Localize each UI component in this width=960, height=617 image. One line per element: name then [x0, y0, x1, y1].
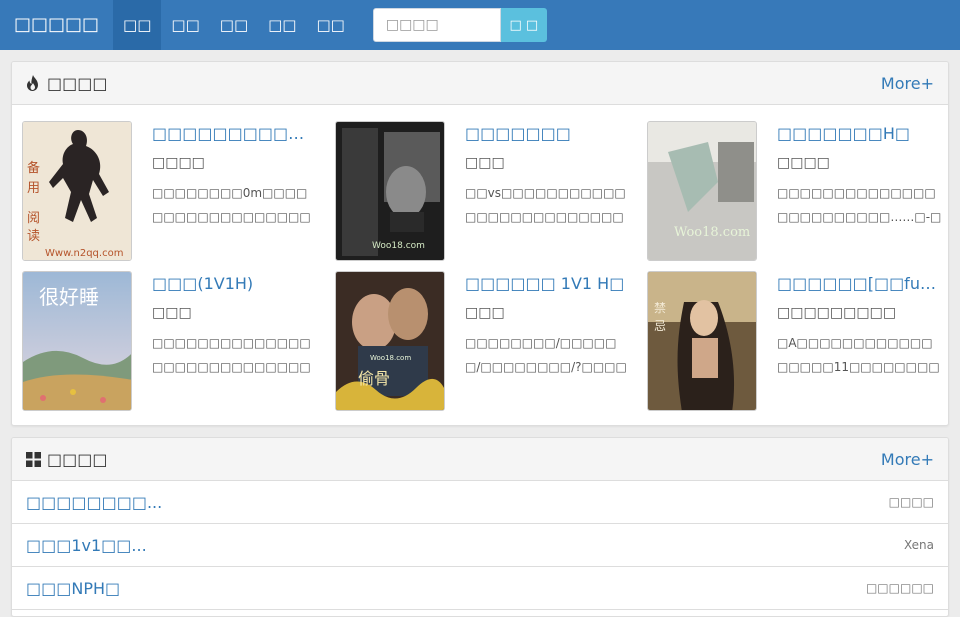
list-item-title[interactable]: □□□□□□□□...: [26, 493, 162, 512]
category-more-link[interactable]: More+: [881, 450, 934, 469]
svg-text:备: 备: [27, 160, 40, 176]
cover-title-text: 很好睡: [39, 285, 99, 309]
list-item-author: Xena: [903, 538, 934, 552]
list-item[interactable]: □□□□□□□□... □□□□: [12, 481, 948, 524]
nav-item-4[interactable]: □□: [258, 0, 306, 50]
nav-item-3[interactable]: □□: [210, 0, 258, 50]
hot-books-panel: □□□□ More+ 备 用 阅 读 Www.n2qq.com □□□□□□□□…: [11, 61, 949, 426]
book-title[interactable]: □□□□□□[□□futa□AB...: [777, 274, 942, 293]
book-cover[interactable]: 偷骨 Woo18.com: [335, 271, 445, 411]
panel-title: □□□□: [26, 450, 107, 469]
book-title[interactable]: □□□□□□□H□: [777, 124, 942, 143]
search-input[interactable]: [372, 8, 501, 42]
list-item-author: □□□□: [888, 495, 934, 509]
svg-text:偷骨: 偷骨: [358, 369, 390, 388]
nav-item-2[interactable]: □□: [161, 0, 209, 50]
cover-watermark: Woo18.com: [372, 241, 425, 251]
book-description: □□□□□□□□/□□□□□□/□□□□□□□□/?□□□□□□/11□□□□□…: [465, 336, 627, 374]
book-card[interactable]: Woo18.com □□□□□□□H□ □□□□ □□□□□□□□□□□□□□□…: [647, 121, 947, 261]
book-card[interactable]: Woo18.com □□□□□□□ □□□ □□vs□□□□□□□□□□□□□□…: [335, 121, 635, 261]
svg-text:用: 用: [27, 181, 40, 196]
book-author: □□□: [465, 155, 505, 171]
book-cover[interactable]: 禁 忌: [647, 271, 757, 411]
top-navbar: □□□□□ □□ □□ □□ □□ □□ □ □: [0, 0, 960, 50]
search-button[interactable]: □ □: [500, 8, 547, 42]
fire-icon: [27, 75, 38, 91]
category-panel: □□□□ More+ □□□□□□□□... □□□□ □□□1v1□□... …: [11, 437, 949, 617]
hot-books-title: □□□□: [47, 73, 108, 93]
grid-icon: [26, 451, 41, 467]
book-card[interactable]: 很好睡 □□□(1V1H) □□□ □□□□□□□□□□□□□□□□□□□□□□…: [22, 271, 322, 411]
svg-text:读: 读: [27, 229, 40, 244]
book-author: □□□□□□□□□: [777, 305, 897, 321]
book-title[interactable]: □□□□□□□: [465, 124, 630, 143]
svg-text:忌: 忌: [654, 319, 666, 333]
list-item-title[interactable]: □□□NPH□: [26, 579, 120, 598]
book-title[interactable]: □□□(1V1H): [152, 274, 317, 293]
cover-watermark: Www.n2qq.com: [45, 248, 123, 259]
panel-title: □□□□: [26, 74, 107, 93]
book-description: □□□□□□□□□□□□□□□□□□□□□□□□□□□□□□□□□□□□□□□□: [152, 336, 311, 374]
book-author: □□□□: [152, 155, 205, 171]
book-cover[interactable]: 备 用 阅 读 Www.n2qq.com: [22, 121, 132, 261]
hot-more-link[interactable]: More+: [881, 74, 934, 93]
book-author: □□□□: [777, 155, 830, 171]
list-item[interactable]: □□□1v1□□... Xena: [12, 524, 948, 567]
book-card[interactable]: 备 用 阅 读 Www.n2qq.com □□□□□□□□□□np□ □... …: [22, 121, 322, 261]
book-card[interactable]: 偷骨 Woo18.com □□□□□□ 1V1 H□ □□□ □□□□□□□□/…: [335, 271, 635, 411]
book-author: □□□: [152, 305, 192, 321]
search-form: □ □: [372, 8, 547, 42]
svg-text:禁: 禁: [654, 301, 666, 315]
panel-header: □□□□ More+: [12, 438, 948, 481]
list-item-title[interactable]: □□□1v1□□...: [26, 536, 147, 555]
book-description: □□□□□□□□0m□□□□□□□□□□□□□□□□□□□□□□□□□n□□□□…: [152, 186, 311, 224]
book-author: □□□: [465, 305, 505, 321]
panel-header: □□□□ More+: [12, 62, 948, 105]
list-item-author: □□□□□□: [865, 581, 934, 595]
book-description: □A□□□□□□□□□□□□□□□□□11□□□□□□□□□□□□□□□□□□□…: [777, 336, 940, 374]
nav-item-home[interactable]: □□: [113, 0, 162, 50]
category-title: □□□□: [47, 449, 108, 469]
book-cover[interactable]: Woo18.com: [647, 121, 757, 261]
book-cover[interactable]: 很好睡: [22, 271, 132, 411]
list-item[interactable]: □□□NPH□ □□□□□□: [12, 567, 948, 610]
book-cover[interactable]: Woo18.com: [335, 121, 445, 261]
book-card[interactable]: 禁 忌 □□□□□□[□□futa□AB... □□□□□□□□□ □A□□□□…: [647, 271, 947, 411]
svg-text:阅: 阅: [27, 211, 40, 226]
book-title[interactable]: □□□□□□ 1V1 H□: [465, 274, 630, 293]
book-description: □□□□□□□□□□□□□□□□□□□□□□□□……□-□□(): [777, 186, 942, 224]
book-description: □□vs□□□□□□□□□□□□□□□□□□□□□□□□□□□□□□□□□□□□…: [465, 186, 626, 224]
cover-watermark: Woo18.com: [370, 354, 411, 362]
nav-item-5[interactable]: □□: [306, 0, 354, 50]
cover-watermark: Woo18.com: [674, 225, 750, 240]
book-title[interactable]: □□□□□□□□□□np□ □...: [152, 124, 317, 143]
site-brand[interactable]: □□□□□: [0, 0, 113, 50]
